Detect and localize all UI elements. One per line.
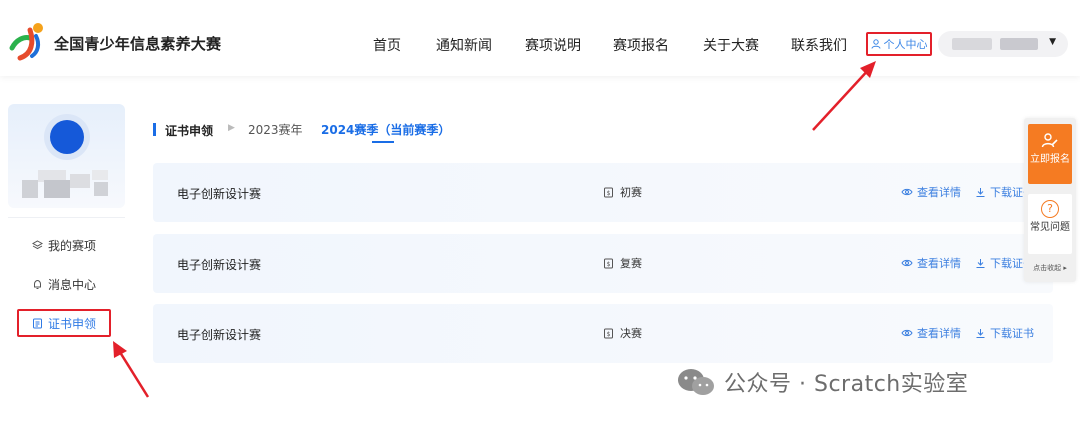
active-tab-underline (372, 141, 394, 143)
nav-event-info[interactable]: 赛项说明 (525, 35, 581, 55)
svg-text:$: $ (607, 331, 611, 338)
user-account-dropdown[interactable]: ▼ (938, 31, 1068, 57)
site-title[interactable]: 全国青少年信息素养大赛 (54, 33, 221, 54)
watermark: 公众号 · Scratch实验室 (676, 366, 968, 398)
layers-icon (32, 240, 43, 250)
sidebar-item-messages[interactable]: 消息中心 (32, 276, 96, 293)
certificate-icon (33, 318, 42, 328)
bell-icon (34, 279, 41, 289)
chevron-right-icon: ▶ (228, 123, 235, 133)
sidebar-item-my-events[interactable]: 我的赛项 (32, 237, 96, 254)
stage-label: 决赛 (620, 327, 642, 340)
profile-card (8, 104, 125, 208)
stage-label: 复赛 (620, 257, 642, 270)
stage-icon: $ (604, 258, 613, 268)
wechat-icon (678, 369, 714, 395)
stage-icon: $ (604, 187, 613, 197)
table-row: 电子创新设计赛 $ 初赛 查看详情 下载证书 (153, 163, 1053, 222)
svg-text:$: $ (607, 190, 611, 197)
tab-2024-season[interactable]: 2024赛季（当前赛季） (321, 121, 450, 138)
avatar (50, 120, 84, 154)
breadcrumb-accent-bar (153, 123, 156, 136)
svg-text:$: $ (607, 261, 611, 268)
nav-home[interactable]: 首页 (373, 35, 401, 55)
eye-icon (901, 259, 913, 267)
caret-down-icon: ▼ (1049, 37, 1056, 47)
stage-icon: $ (604, 328, 613, 338)
page-title: 证书申领 (165, 124, 214, 138)
signup-now-button[interactable]: 立即报名 (1028, 124, 1072, 184)
signup-edit-icon (1041, 133, 1058, 148)
watermark-text: 公众号 · Scratch实验室 (724, 372, 969, 397)
user-icon (871, 39, 880, 49)
eye-icon (901, 329, 913, 337)
personal-center-label: 个人中心 (883, 38, 928, 51)
nav-news[interactable]: 通知新闻 (436, 35, 492, 55)
event-name: 电子创新设计赛 (177, 258, 262, 272)
stage-cell: $ 初赛 (603, 184, 642, 200)
blurred-profile-name (22, 170, 110, 200)
sidebar-item-label: 证书申领 (48, 316, 97, 331)
floating-side-panel: 立即报名 ? 常见问题 点击收起 ▸ (1024, 118, 1076, 282)
view-details-label: 查看详情 (917, 257, 961, 270)
competition-logo (9, 23, 43, 61)
nav-about[interactable]: 关于大赛 (703, 35, 759, 55)
download-icon (976, 258, 985, 268)
blurred-username (952, 38, 992, 50)
collapse-panel-button[interactable]: 点击收起 ▸ (1024, 263, 1076, 273)
sidebar-item-label: 我的赛项 (48, 239, 97, 253)
personal-center-button[interactable]: 个人中心 (866, 32, 932, 56)
question-icon: ? (1041, 200, 1059, 218)
event-name: 电子创新设计赛 (177, 187, 262, 201)
blurred-username (1000, 38, 1038, 50)
nav-contact[interactable]: 联系我们 (791, 35, 847, 55)
sidebar-item-label: 消息中心 (48, 278, 97, 292)
view-details-button[interactable]: 查看详情 (901, 255, 961, 271)
sidebar-divider (8, 217, 125, 218)
top-header: 全国青少年信息素养大赛 首页 通知新闻 赛项说明 赛项报名 关于大赛 联系我们 … (0, 0, 1080, 76)
signup-now-label: 立即报名 (1030, 154, 1070, 165)
sidebar: 我的赛项 消息中心 证书申领 (0, 90, 135, 426)
tab-2023-season[interactable]: 2023赛年 (248, 121, 303, 138)
event-name: 电子创新设计赛 (177, 328, 262, 342)
nav-registration[interactable]: 赛项报名 (613, 35, 669, 55)
collapse-label: 点击收起 (1033, 264, 1062, 272)
download-certificate-button[interactable]: 下载证书 (975, 325, 1034, 341)
eye-icon (901, 188, 913, 196)
view-details-button[interactable]: 查看详情 (901, 184, 961, 200)
download-icon (976, 187, 985, 197)
view-details-button[interactable]: 查看详情 (901, 325, 961, 341)
view-details-label: 查看详情 (917, 186, 961, 199)
table-row: 电子创新设计赛 $ 决赛 查看详情 下载证书 (153, 304, 1053, 363)
sidebar-item-certificates[interactable]: 证书申领 (17, 309, 111, 337)
table-row: 电子创新设计赛 $ 复赛 查看详情 下载证书 (153, 234, 1053, 293)
faq-button[interactable]: ? 常见问题 (1028, 194, 1072, 254)
stage-cell: $ 决赛 (603, 325, 642, 341)
view-details-label: 查看详情 (917, 327, 961, 340)
stage-cell: $ 复赛 (603, 255, 642, 271)
download-label: 下载证书 (990, 327, 1034, 340)
download-icon (976, 328, 985, 338)
stage-label: 初赛 (620, 186, 642, 199)
faq-label: 常见问题 (1030, 222, 1070, 233)
